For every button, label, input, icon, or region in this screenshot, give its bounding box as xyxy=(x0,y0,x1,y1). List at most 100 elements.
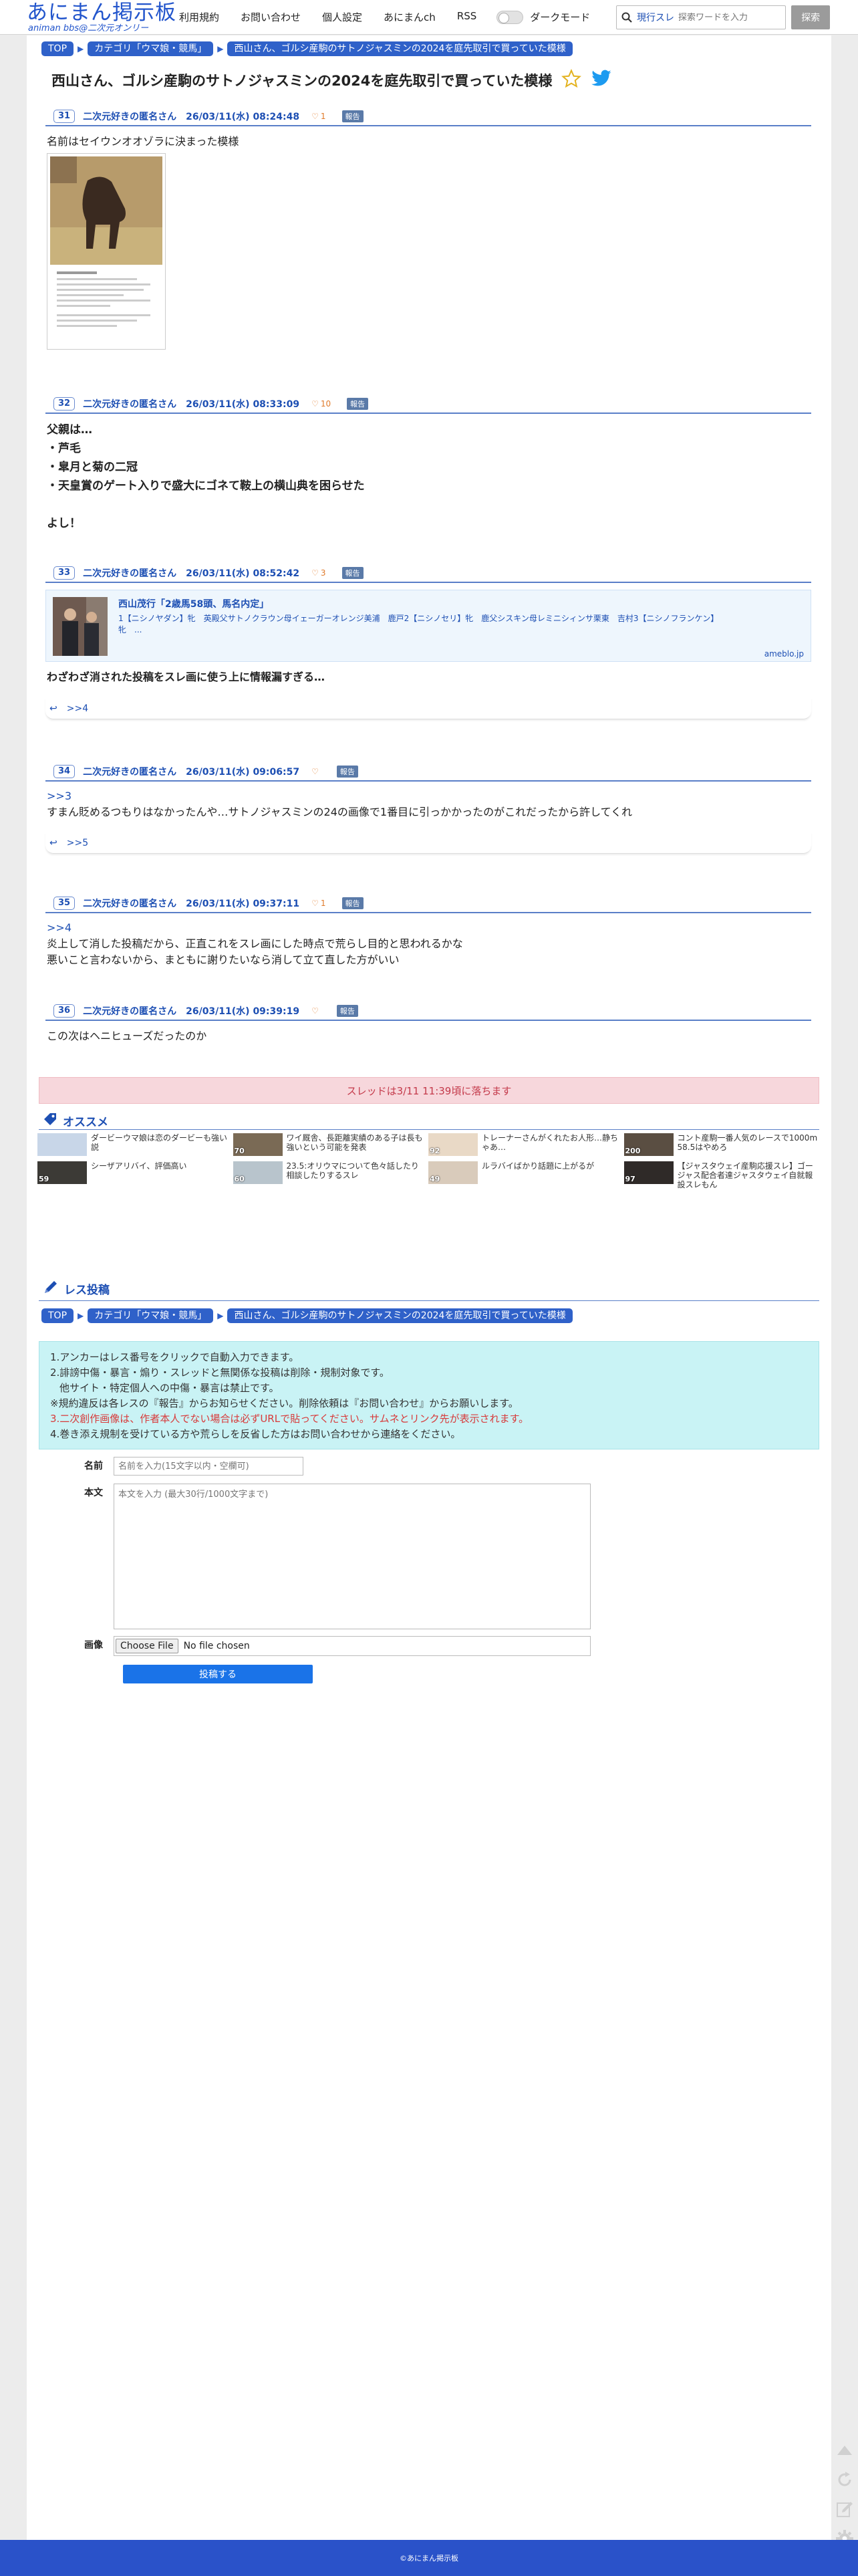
link-card[interactable]: 西山茂行「2歳馬58頭、馬名内定」 1【ニシノヤダン】牝 英殿父サトノクラウン母… xyxy=(45,590,811,662)
breadcrumb-separator-icon: ▶ xyxy=(78,1311,84,1320)
site-logo[interactable]: あにまん掲示板 animan bbs@二次元オンリー xyxy=(27,1,176,33)
like-button[interactable]: ♡ xyxy=(311,767,321,776)
post-text: わざわざ消された投稿をスレ画に使う上に情報漏すぎる… xyxy=(47,671,325,683)
like-button[interactable]: ♡ xyxy=(311,1006,321,1016)
nav-animanch[interactable]: あにまんch xyxy=(384,10,436,24)
copyright: ©あにまん掲示板 xyxy=(400,2554,458,2563)
breadcrumb-category[interactable]: カテゴリ「ウマ娘・競馬」 xyxy=(88,41,214,56)
recommend-count: 97 xyxy=(625,1175,635,1183)
recommend-item[interactable]: 60 23.5:オリウマについて色々話したり相談したりするスレ xyxy=(233,1161,429,1184)
rule-line: 1.アンカーはレス番号をクリックで自動入力できます。 xyxy=(50,1351,299,1363)
recommend-item[interactable]: 92 トレーナーさんがくれたお人形…静ちゃあ… xyxy=(428,1133,624,1156)
recommend-title: シーザアリバイ、評価高い xyxy=(91,1161,187,1171)
breadcrumb-thread[interactable]: 西山さん、ゴルシ産駒のサトノジャスミンの2024を庭先取引で買っていた模様 xyxy=(227,41,573,56)
recommend-item[interactable]: 200 コント産駒一番人気のレースで1000m 58.5はやめろ xyxy=(623,1133,820,1156)
recommend-divider xyxy=(39,1129,819,1130)
compose-icon[interactable] xyxy=(835,2499,855,2519)
file-input[interactable]: Choose File No file chosen xyxy=(114,1636,591,1656)
reply-arrow-icon: ↩ xyxy=(49,703,57,714)
poster-name: 二次元好きの匿名さん xyxy=(83,1006,177,1017)
recommend-count: 49 xyxy=(430,1175,440,1183)
post-number[interactable]: 32 xyxy=(53,397,76,411)
nav-terms[interactable]: 利用規約 xyxy=(179,10,219,24)
report-button[interactable]: 報告 xyxy=(341,567,364,579)
recommend-item[interactable]: 49 ルラバイばかり話題に上がるが xyxy=(428,1161,624,1184)
like-button[interactable]: ♡ 3 xyxy=(311,568,325,578)
reply-form-divider xyxy=(39,1300,819,1301)
post-body: >>4 炎上して消した投稿だから、正直これをスレ画にした時点で荒らし目的と思われ… xyxy=(45,913,811,968)
poster-name: 二次元好きの匿名さん xyxy=(83,767,177,778)
recommend-thumbnail: 49 xyxy=(428,1161,478,1184)
rule-line: ※規約違反は各レスの『報告』からお知らせください。削除依頼は『お問い合わせ』から… xyxy=(50,1397,519,1409)
search-scope-select[interactable]: 現行スレ xyxy=(637,11,674,24)
recommend-item[interactable]: 97 【ジャスタウェイ産駒応援スレ】ゴージャス配合者達ジャスタウェイ自就報設スレも… xyxy=(623,1161,820,1189)
report-button[interactable]: 報告 xyxy=(336,766,358,778)
favorite-star-icon[interactable] xyxy=(561,69,582,92)
post-number[interactable]: 33 xyxy=(53,566,76,580)
main-nav: 利用規約 お問い合わせ 個人設定 あにまんch RSS ダークモード xyxy=(179,10,590,24)
dark-mode-toggle[interactable] xyxy=(496,10,524,24)
recommend-title: ダービーウマ娘は恋のダービーも強い説 xyxy=(91,1133,228,1152)
thread-title: 西山さん、ゴルシ産駒のサトノジャスミンの2024を庭先取引で買っていた模様 xyxy=(51,73,553,89)
post-35: 35 二次元好きの匿名さん 26/03/11(水) 09:37:11 ♡ 1 報告… xyxy=(45,896,811,968)
name-input[interactable] xyxy=(114,1457,303,1476)
nav-contact[interactable]: お問い合わせ xyxy=(241,10,301,24)
recommend-count: 200 xyxy=(625,1147,641,1155)
poster-name: 二次元好きの匿名さん xyxy=(83,399,177,410)
search-input[interactable] xyxy=(678,12,786,23)
report-button[interactable]: 報告 xyxy=(347,398,369,410)
search-button[interactable]: 探索 xyxy=(791,5,830,29)
twitter-share-icon[interactable] xyxy=(591,70,612,91)
like-button[interactable]: ♡ 10 xyxy=(311,399,331,408)
post-image-thumbnail[interactable] xyxy=(47,153,166,350)
post-anchor-link[interactable]: >>4 xyxy=(47,921,72,934)
report-button[interactable]: 報告 xyxy=(336,1005,358,1017)
post-text-line: ・天皇賞のゲート入りで盛大にゴネて鞍上の横山典を困らせた xyxy=(47,479,365,493)
report-button[interactable]: 報告 xyxy=(341,110,364,122)
choose-file-button[interactable]: Choose File xyxy=(116,1639,178,1653)
breadcrumb: TOP ▶ カテゴリ「ウマ娘・競馬」 ▶ 西山さん、ゴルシ産駒のサトノジャスミン… xyxy=(41,41,573,56)
post-number[interactable]: 31 xyxy=(53,110,76,123)
post-header: 31 二次元好きの匿名さん 26/03/11(水) 08:24:48 ♡ 1 報告 xyxy=(45,109,811,126)
breadcrumb-top[interactable]: TOP xyxy=(41,1308,74,1323)
thread-expiry-notice: スレッドは3/11 11:39頃に落ちます xyxy=(39,1077,819,1104)
site-footer: ©あにまん掲示板 xyxy=(0,2540,858,2576)
body-textarea[interactable] xyxy=(114,1484,591,1629)
refresh-icon[interactable] xyxy=(835,2470,855,2490)
post-34: 34 二次元好きの匿名さん 26/03/11(水) 09:06:57 ♡ 報告 … xyxy=(45,764,811,854)
submit-post-button[interactable]: 投稿する xyxy=(123,1665,313,1683)
post-number[interactable]: 35 xyxy=(53,897,76,910)
post-header: 36 二次元好きの匿名さん 26/03/11(水) 09:39:19 ♡ 報告 xyxy=(45,1004,811,1021)
post-header: 32 二次元好きの匿名さん 26/03/11(水) 08:33:09 ♡ 10 報… xyxy=(45,396,811,414)
recommend-count: 59 xyxy=(39,1175,49,1183)
post-date: 26/03/11(水) 09:37:11 xyxy=(186,899,300,909)
breadcrumb-category[interactable]: カテゴリ「ウマ娘・競馬」 xyxy=(88,1308,214,1323)
recommend-thumbnail xyxy=(37,1133,87,1156)
heart-icon: ♡ xyxy=(311,1006,319,1016)
recommend-count: 60 xyxy=(234,1175,245,1183)
post-number[interactable]: 34 xyxy=(53,765,76,778)
recommend-item[interactable]: 59 シーザアリバイ、評価高い xyxy=(37,1161,233,1184)
like-button[interactable]: ♡ 1 xyxy=(311,899,325,908)
recommend-item[interactable]: ダービーウマ娘は恋のダービーも強い説 xyxy=(37,1133,233,1156)
post-text-line: ・皐月と菊の二冠 xyxy=(47,461,138,474)
like-count: 1 xyxy=(320,899,326,908)
like-count: 3 xyxy=(320,568,326,578)
post-anchor-link[interactable]: >>3 xyxy=(47,790,72,802)
reply-link[interactable]: >>5 xyxy=(67,838,88,848)
like-count: 10 xyxy=(320,399,331,408)
post-date: 26/03/11(水) 09:06:57 xyxy=(186,767,300,778)
thread-title-row: 西山さん、ゴルシ産駒のサトノジャスミンの2024を庭先取引で買っていた模様 xyxy=(51,69,612,92)
post-number[interactable]: 36 xyxy=(53,1004,76,1018)
like-button[interactable]: ♡ 1 xyxy=(311,112,325,121)
scroll-top-icon[interactable] xyxy=(835,2440,855,2460)
report-button[interactable]: 報告 xyxy=(341,897,364,909)
recommend-item[interactable]: 70 ワイ厩舎、長距離実績のある子は長も強いという可能を発表 xyxy=(233,1133,429,1156)
breadcrumb-thread[interactable]: 西山さん、ゴルシ産駒のサトノジャスミンの2024を庭先取引で買っていた模様 xyxy=(227,1308,573,1323)
breadcrumb-top[interactable]: TOP xyxy=(41,41,74,56)
nav-rss[interactable]: RSS xyxy=(457,10,476,24)
recommend-thumbnail: 70 xyxy=(233,1133,283,1156)
nav-settings[interactable]: 個人設定 xyxy=(322,10,362,24)
reply-link[interactable]: >>4 xyxy=(67,703,88,714)
main-column: TOP ▶ カテゴリ「ウマ娘・競馬」 ▶ 西山さん、ゴルシ産駒のサトノジャスミン… xyxy=(27,35,831,2540)
